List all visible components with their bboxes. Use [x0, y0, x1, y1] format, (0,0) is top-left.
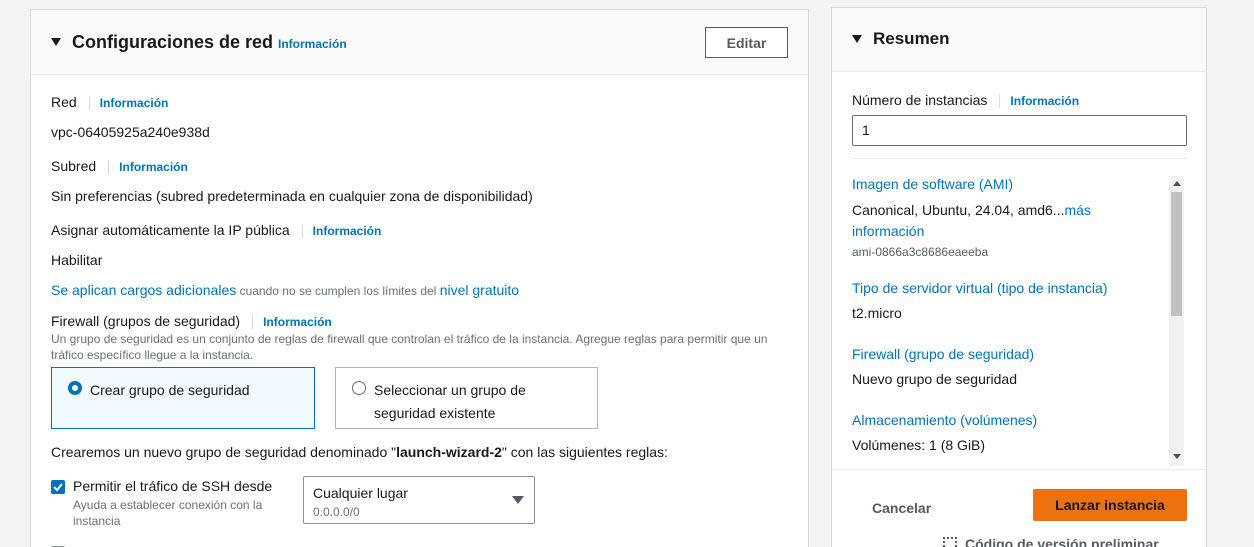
network-label: Red [51, 94, 77, 110]
summary-scroll-area[interactable]: Imagen de software (AMI) Canonical, Ubun… [852, 174, 1171, 464]
network-settings-info-link[interactable]: Información [278, 37, 347, 51]
ami-more-link-2[interactable]: información [852, 223, 924, 239]
ami-value: Canonical, Ubuntu, 24.04, amd6... [852, 202, 1065, 218]
ssh-label[interactable]: Permitir el tráfico de SSH desde [73, 478, 272, 494]
edit-button[interactable]: Editar [705, 27, 788, 58]
firewall-summary-value: Nuevo grupo de seguridad [852, 371, 1018, 387]
instances-input[interactable]: 1 [852, 115, 1187, 146]
summary-title: Resumen [873, 29, 950, 48]
preview-code-link[interactable]: Código de versión preliminar [943, 536, 1159, 547]
divider [301, 224, 303, 239]
rules-suffix: " con las siguientes reglas: [501, 444, 668, 460]
divider [108, 160, 110, 175]
charges-text: cuando no se cumplen los límites del [236, 284, 440, 298]
network-settings-title: Configuraciones de red [72, 32, 274, 52]
caret-down-icon[interactable] [852, 35, 862, 43]
instances-label-row: Número de instancias Información [852, 92, 1079, 109]
divider [999, 94, 1001, 109]
subnet-value: Sin preferencias (subred predeterminada … [51, 188, 533, 204]
existing-security-group-label: Seleccionar un grupo de seguridad existen… [374, 379, 526, 425]
scrollbar[interactable] [1169, 176, 1184, 466]
public-ip-value: Habilitar [51, 252, 103, 268]
summary-panel: Resumen Número de instancias Información … [831, 7, 1207, 547]
radio-selected-icon[interactable] [68, 381, 82, 395]
ssh-help-line2: instancia [73, 514, 121, 528]
firewall-info-link[interactable]: Información [263, 315, 332, 329]
firewall-summary-link[interactable]: Firewall (grupo de seguridad) [852, 346, 1034, 362]
firewall-label: Firewall (grupos de seguridad) [51, 313, 241, 329]
subnet-label: Subred [51, 158, 97, 174]
instances-info-link[interactable]: Información [1010, 94, 1079, 108]
ssh-source-select[interactable]: Cualquier lugar 0.0.0.0/0 [303, 476, 535, 524]
charges-link[interactable]: Se aplican cargos adicionales [51, 282, 236, 298]
divider [88, 96, 90, 111]
firewall-description-line2: tráfico específico llegue a la instancia… [51, 348, 254, 362]
ami-more-link[interactable]: más [1064, 202, 1090, 218]
storage-value: Volúmenes: 1 (8 GiB) [852, 437, 986, 453]
caret-down-icon [512, 496, 524, 504]
network-settings-panel: Configuraciones de red Información Edita… [30, 9, 809, 547]
checkmark-icon [53, 483, 63, 492]
radio-unselected-icon[interactable] [352, 381, 366, 395]
ssh-help-line1: Ayuda a establecer conexión con la [73, 498, 263, 512]
scroll-up-icon[interactable] [1173, 181, 1181, 186]
storage-link[interactable]: Almacenamiento (volúmenes) [852, 412, 1037, 428]
ssh-checkbox[interactable] [51, 480, 65, 494]
charges-notice: Se aplican cargos adicionales cuando no … [51, 282, 519, 298]
rules-prefix: Crearemos un nuevo grupo de seguridad de… [51, 444, 397, 460]
free-tier-link[interactable]: nivel gratuito [440, 282, 519, 298]
create-security-group-option[interactable]: Crear grupo de seguridad [51, 367, 315, 429]
ssh-source-value: Cualquier lugar [313, 485, 408, 501]
summary-header: Resumen [832, 8, 1206, 72]
code-preview-icon [943, 537, 957, 547]
preview-code-label: Código de versión preliminar [965, 536, 1159, 547]
ssh-source-cidr: 0.0.0.0/0 [313, 505, 360, 519]
existing-security-group-option[interactable]: Seleccionar un grupo de seguridad existen… [335, 367, 598, 429]
firewall-description-line1: Un grupo de seguridad es un conjunto de … [51, 332, 768, 346]
divider [852, 158, 1187, 159]
divider [252, 315, 254, 330]
network-label-row: Red Información [51, 94, 169, 111]
create-security-group-label: Crear grupo de seguridad [90, 382, 250, 398]
rules-sentence: Crearemos un nuevo grupo de seguridad de… [51, 444, 668, 460]
existing-label-line2: seguridad existente [374, 405, 496, 421]
security-group-name: launch-wizard-2 [396, 444, 502, 460]
firewall-label-row: Firewall (grupos de seguridad) Informació… [51, 313, 332, 330]
launch-instance-button[interactable]: Lanzar instancia [1033, 489, 1187, 521]
scroll-down-icon[interactable] [1173, 454, 1181, 459]
instances-label: Número de instancias [852, 92, 988, 108]
caret-down-icon[interactable] [51, 38, 61, 46]
vpc-value: vpc-06405925a240e938d [51, 124, 210, 140]
ami-id: ami-0866a3c8686eaeeba [852, 245, 989, 259]
divider [832, 469, 1206, 470]
network-settings-header: Configuraciones de red Información Edita… [31, 10, 808, 75]
public-ip-info-link[interactable]: Información [313, 224, 382, 238]
existing-label-line1: Seleccionar un grupo de [374, 382, 526, 398]
cancel-button[interactable]: Cancelar [862, 497, 941, 518]
public-ip-label: Asignar automáticamente la IP pública [51, 222, 290, 238]
ami-link[interactable]: Imagen de software (AMI) [852, 176, 1013, 192]
instance-type-link[interactable]: Tipo de servidor virtual (tipo de instan… [852, 280, 1108, 296]
subnet-label-row: Subred Información [51, 158, 188, 175]
public-ip-label-row: Asignar automáticamente la IP pública Inf… [51, 222, 382, 239]
subnet-info-link[interactable]: Información [119, 160, 188, 174]
instance-type-value: t2.micro [852, 305, 902, 321]
network-info-link[interactable]: Información [100, 96, 169, 110]
scroll-thumb[interactable] [1171, 192, 1182, 316]
